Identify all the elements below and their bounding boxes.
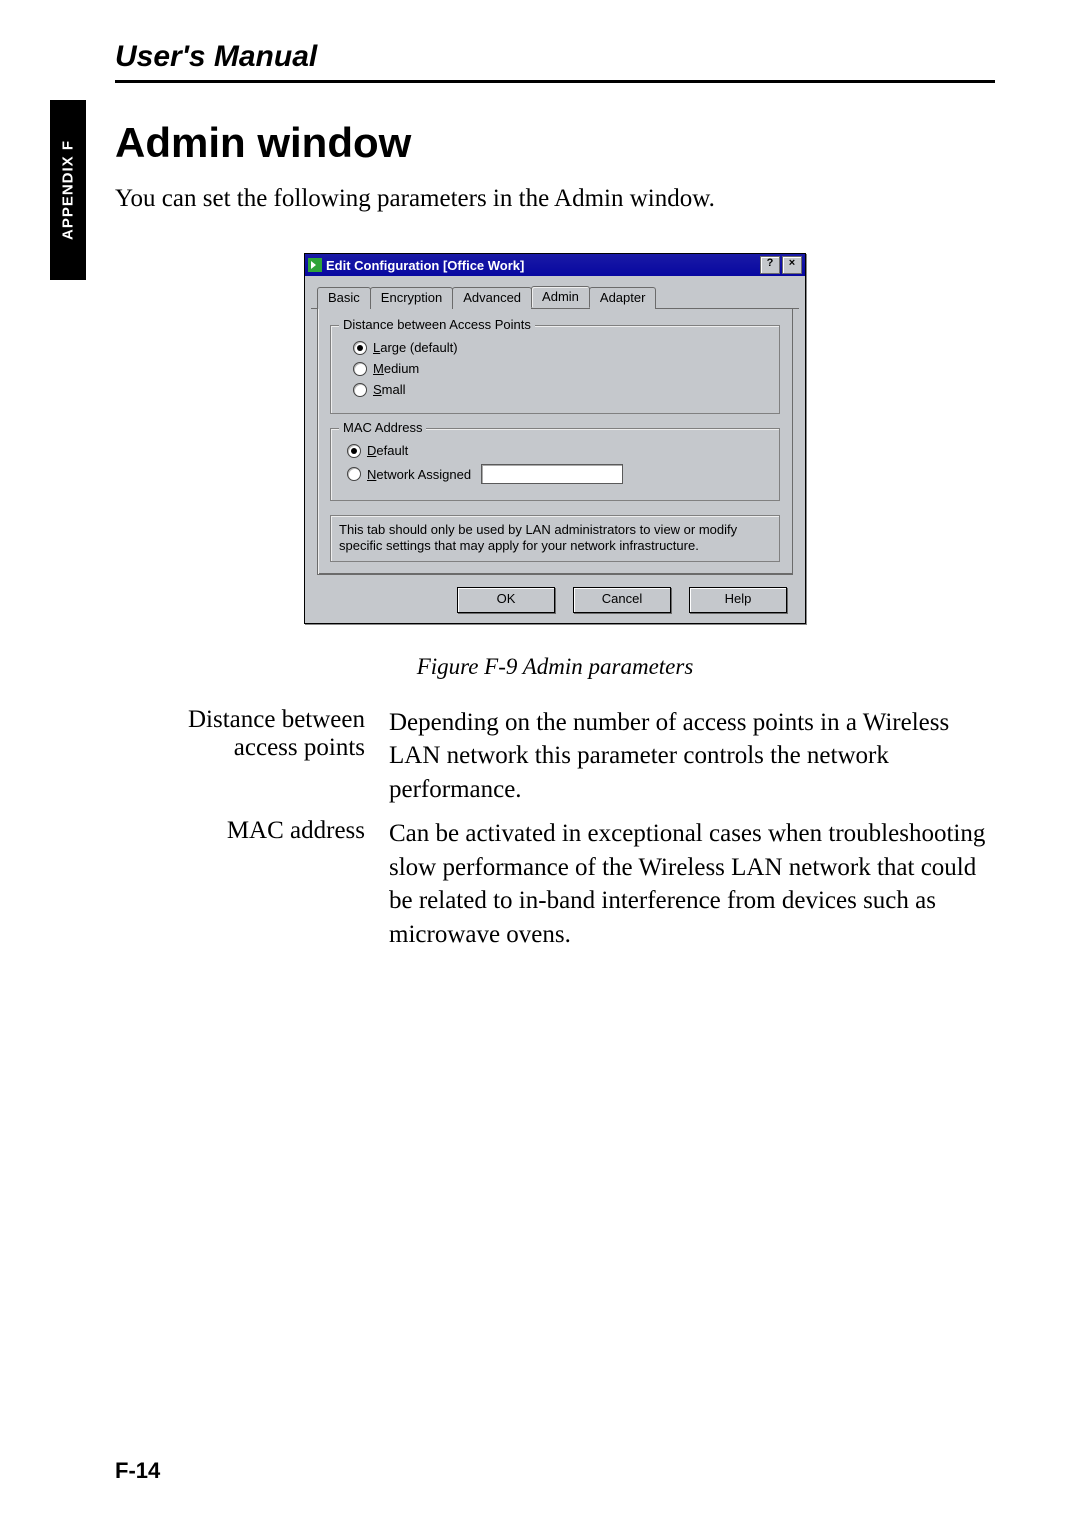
definition-term: Distance between access points <box>135 706 389 807</box>
radio-icon[interactable] <box>353 383 367 397</box>
definition-list: Distance between access points Depending… <box>135 706 995 952</box>
header-divider <box>115 80 995 83</box>
tab-adapter[interactable]: Adapter <box>589 287 657 309</box>
help-icon[interactable]: ? <box>760 256 780 274</box>
appendix-label: APPENDIX F <box>60 140 77 240</box>
radio-icon[interactable] <box>347 444 361 458</box>
radio-small[interactable]: Small <box>353 382 769 397</box>
radio-large[interactable]: Large (default) <box>353 340 769 355</box>
radio-small-label: Small <box>373 382 406 397</box>
definition-term: MAC address <box>135 817 389 952</box>
close-icon[interactable]: × <box>782 256 802 274</box>
page-number: F-14 <box>115 1458 160 1484</box>
radio-mac-network[interactable]: Network Assigned <box>347 464 769 484</box>
definition-row: MAC address Can be activated in exceptio… <box>135 817 995 952</box>
tab-admin[interactable]: Admin <box>531 286 590 308</box>
mac-network-input[interactable] <box>481 464 623 484</box>
definition-row: Distance between access points Depending… <box>135 706 995 807</box>
dialog-body: Basic Encryption Advanced Admin Adapter … <box>305 276 805 623</box>
dialog-buttons: OK Cancel Help <box>311 575 799 613</box>
radio-mac-default-label: Default <box>367 443 408 458</box>
group-mac: MAC Address Default Network Assigned <box>330 428 780 501</box>
radio-icon[interactable] <box>347 467 361 481</box>
radio-medium-label: Medium <box>373 361 419 376</box>
tab-encryption[interactable]: Encryption <box>370 287 453 309</box>
tab-advanced[interactable]: Advanced <box>452 287 532 309</box>
group-mac-legend: MAC Address <box>339 420 426 435</box>
section-title: Admin window <box>115 119 995 167</box>
manual-title: User's Manual <box>115 40 995 74</box>
definition-desc: Depending on the number of access points… <box>389 706 995 807</box>
radio-large-label: Large (default) <box>373 340 458 355</box>
dialog-app-icon <box>308 258 322 272</box>
appendix-side-tab: APPENDIX F <box>50 100 86 280</box>
radio-medium[interactable]: Medium <box>353 361 769 376</box>
radio-mac-network-label: Network Assigned <box>367 467 471 482</box>
cancel-button[interactable]: Cancel <box>573 587 671 613</box>
ok-button[interactable]: OK <box>457 587 555 613</box>
help-button[interactable]: Help <box>689 587 787 613</box>
radio-icon[interactable] <box>353 341 367 355</box>
edit-config-dialog: Edit Configuration [Office Work] ? × Bas… <box>304 253 806 624</box>
admin-note: This tab should only be used by LAN admi… <box>330 515 780 562</box>
dialog-title: Edit Configuration [Office Work] <box>326 258 758 273</box>
tab-basic[interactable]: Basic <box>317 287 371 309</box>
page: APPENDIX F User's Manual Admin window Yo… <box>0 0 1080 1529</box>
tabstrip: Basic Encryption Advanced Admin Adapter <box>311 280 799 309</box>
group-distance: Distance between Access Points Large (de… <box>330 325 780 414</box>
figure-caption: Figure F-9 Admin parameters <box>115 654 995 680</box>
content: Admin window You can set the following p… <box>115 119 995 952</box>
definition-desc: Can be activated in exceptional cases wh… <box>389 817 995 952</box>
tab-panel: Distance between Access Points Large (de… <box>317 309 793 575</box>
group-distance-legend: Distance between Access Points <box>339 317 535 332</box>
section-intro: You can set the following parameters in … <box>115 185 995 213</box>
radio-mac-default[interactable]: Default <box>347 443 769 458</box>
dialog-wrap: Edit Configuration [Office Work] ? × Bas… <box>115 253 995 624</box>
dialog-titlebar[interactable]: Edit Configuration [Office Work] ? × <box>305 254 805 276</box>
radio-icon[interactable] <box>353 362 367 376</box>
